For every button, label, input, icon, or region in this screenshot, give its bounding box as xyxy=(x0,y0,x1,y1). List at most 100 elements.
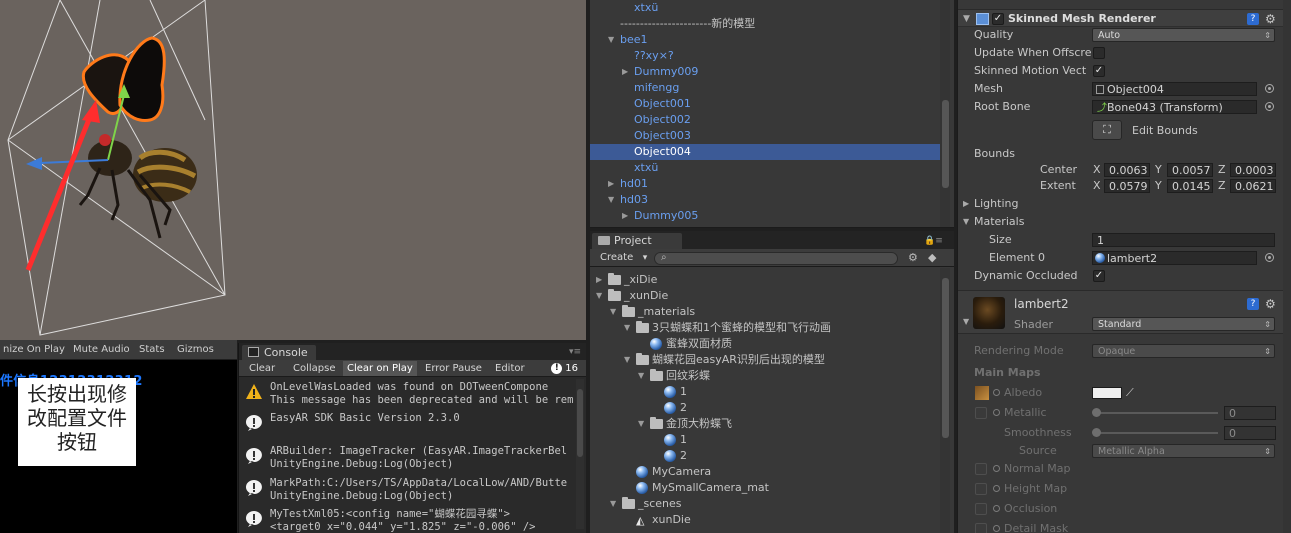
object-picker-icon[interactable] xyxy=(1265,102,1274,111)
expand-arrow-icon[interactable]: ▼ xyxy=(624,320,630,336)
inspector-scrollbar[interactable] xyxy=(1283,0,1291,533)
collapse-arrow-icon[interactable]: ▶ xyxy=(622,64,628,80)
project-scroll-thumb[interactable] xyxy=(942,278,949,438)
filter-by-type-icon[interactable]: ⚙ xyxy=(908,251,918,264)
expand-arrow-icon[interactable]: ▼ xyxy=(963,213,969,231)
extent-y-field[interactable]: 0.0145 xyxy=(1167,179,1213,193)
error-count-badge[interactable]: ! 16 xyxy=(549,362,578,375)
rendering-mode-dropdown[interactable]: Opaque xyxy=(1092,344,1275,358)
editor-dropdown[interactable]: Editor xyxy=(491,361,529,376)
material-header[interactable]: ▼ lambert2 Shader Standard ? ⚙ xyxy=(958,290,1291,334)
shader-dropdown[interactable]: Standard xyxy=(1092,317,1275,331)
normal-map-texture-slot[interactable] xyxy=(975,463,987,475)
tab-console[interactable]: Console xyxy=(242,345,316,360)
console-scrollbar[interactable] xyxy=(576,379,584,529)
center-y-field[interactable]: 0.0057 xyxy=(1167,163,1213,177)
project-item[interactable]: MyCamera xyxy=(590,464,940,480)
hierarchy-item[interactable]: mifengg xyxy=(590,80,940,96)
object-picker-icon[interactable] xyxy=(1265,253,1274,262)
hierarchy-item[interactable]: ▶ Dummy005 xyxy=(590,208,940,224)
project-item[interactable]: ▼ 金顶大粉蝶飞 xyxy=(590,416,940,432)
project-item[interactable]: ▶ _xiDie xyxy=(590,272,940,288)
project-item[interactable]: ▼ _materials xyxy=(590,304,940,320)
collapse-arrow-icon[interactable]: ▶ xyxy=(622,208,628,224)
error-pause-toggle[interactable]: Error Pause xyxy=(421,361,486,376)
project-item[interactable]: ▼ 回纹彩蝶 xyxy=(590,368,940,384)
console-scroll-thumb[interactable] xyxy=(577,389,583,457)
expand-arrow-icon[interactable]: ▼ xyxy=(638,368,644,384)
project-item[interactable]: 1 xyxy=(590,432,940,448)
metallic-texture-slot[interactable] xyxy=(975,407,987,419)
smoothness-slider[interactable] xyxy=(1092,428,1218,437)
texture-picker-icon[interactable] xyxy=(993,389,1000,396)
hierarchy-scroll-thumb[interactable] xyxy=(942,100,949,188)
texture-picker-icon[interactable] xyxy=(993,409,1000,416)
help-icon[interactable]: ? xyxy=(1247,298,1259,310)
hierarchy-item[interactable]: ??xy×? xyxy=(590,48,940,64)
texture-picker-icon[interactable] xyxy=(993,465,1000,472)
component-enabled-checkbox[interactable]: ✓ xyxy=(992,13,1004,25)
albedo-texture-thumb[interactable] xyxy=(975,386,989,400)
element0-field[interactable]: lambert2 xyxy=(1092,251,1257,265)
project-item[interactable]: ▼ _scenes xyxy=(590,496,940,512)
metallic-slider[interactable] xyxy=(1092,408,1218,417)
eyedropper-icon[interactable]: ⟋ xyxy=(1126,384,1134,402)
hierarchy-item[interactable]: xtxü xyxy=(590,160,940,176)
stats-toggle[interactable]: Stats xyxy=(136,343,168,357)
hierarchy-item[interactable]: Object003 xyxy=(590,128,940,144)
update-offscreen-checkbox[interactable] xyxy=(1093,47,1105,59)
hierarchy-item-selected[interactable]: Object004 xyxy=(590,144,940,160)
gear-icon[interactable]: ⚙ xyxy=(1265,296,1276,312)
metallic-value-field[interactable]: 0 xyxy=(1224,406,1276,420)
size-field[interactable]: 1 xyxy=(1092,233,1275,247)
texture-picker-icon[interactable] xyxy=(993,505,1000,512)
scene-view[interactable]: ▾≡ xyxy=(0,0,586,340)
maximize-on-play-toggle[interactable]: nize On Play xyxy=(0,343,68,357)
project-lock-menu-icon[interactable]: 🔒≡ xyxy=(924,236,943,246)
scene-canvas[interactable] xyxy=(0,0,586,340)
skinned-motion-checkbox[interactable]: ✓ xyxy=(1093,65,1105,77)
mesh-field[interactable]: Object004 xyxy=(1092,82,1257,96)
hierarchy-item[interactable]: ▼ bee1 xyxy=(590,32,940,48)
collapse-arrow-icon[interactable]: ▶ xyxy=(596,272,602,288)
hierarchy-item[interactable]: Object001 xyxy=(590,96,940,112)
extent-x-field[interactable]: 0.0579 xyxy=(1104,179,1150,193)
smoothness-value-field[interactable]: 0 xyxy=(1224,426,1276,440)
gizmos-dropdown[interactable]: Gizmos xyxy=(174,343,217,357)
clear-on-play-toggle[interactable]: Clear on Play xyxy=(343,361,417,376)
hierarchy-scrollbar[interactable] xyxy=(940,0,950,227)
project-item[interactable]: 蜜蜂双面材质 xyxy=(590,336,940,352)
collapse-arrow-icon[interactable]: ▶ xyxy=(963,195,969,213)
quality-dropdown[interactable]: Auto xyxy=(1092,28,1275,42)
edit-bounds-button[interactable]: ⛶ xyxy=(1092,120,1122,140)
texture-picker-icon[interactable] xyxy=(993,485,1000,492)
skinned-mesh-renderer-header[interactable]: ▼ ✓ Skinned Mesh Renderer ? ⚙ xyxy=(958,9,1291,27)
clear-button[interactable]: Clear xyxy=(245,361,279,376)
hierarchy-item[interactable]: ▼ hd03 xyxy=(590,192,940,208)
height-map-texture-slot[interactable] xyxy=(975,483,987,495)
console-menu-icon[interactable]: ▾≡ xyxy=(569,347,581,357)
create-dropdown[interactable]: Create xyxy=(594,251,653,265)
root-bone-field[interactable]: ⤴ Bone043 (Transform) xyxy=(1092,100,1257,114)
center-z-field[interactable]: 0.0003 xyxy=(1230,163,1276,177)
log-entry[interactable]: EasyAR SDK Basic Version 2.3.0 xyxy=(239,410,574,440)
filter-by-label-icon[interactable]: ◆ xyxy=(928,251,936,264)
log-entry[interactable]: OnLevelWasLoaded was found on DOTweenCom… xyxy=(239,379,574,409)
occlusion-texture-slot[interactable] xyxy=(975,503,987,515)
collapse-toggle[interactable]: Collapse xyxy=(289,361,340,376)
source-dropdown[interactable]: Metallic Alpha xyxy=(1092,444,1275,458)
detail-mask-texture-slot[interactable] xyxy=(975,523,987,533)
help-icon[interactable]: ? xyxy=(1247,13,1259,25)
hierarchy-item[interactable]: xtxü xyxy=(590,0,940,16)
tab-project[interactable]: Project xyxy=(592,233,682,249)
project-item[interactable]: MySmallCamera_mat xyxy=(590,480,940,496)
expand-arrow-icon[interactable]: ▼ xyxy=(610,496,616,512)
hierarchy-item[interactable]: ▶ Dummy009 xyxy=(590,64,940,80)
albedo-color-swatch[interactable] xyxy=(1092,387,1122,399)
expand-arrow-icon[interactable]: ▼ xyxy=(963,11,970,27)
hierarchy-item[interactable]: ▶ hd01 xyxy=(590,176,940,192)
log-entry[interactable]: MyTestXml05:<config name="蝴蝶花园寻蝶"> <targ… xyxy=(239,506,574,533)
expand-arrow-icon[interactable]: ▼ xyxy=(624,352,630,368)
expand-arrow-icon[interactable]: ▼ xyxy=(608,192,614,208)
smoothness-slider-knob[interactable] xyxy=(1092,428,1101,437)
